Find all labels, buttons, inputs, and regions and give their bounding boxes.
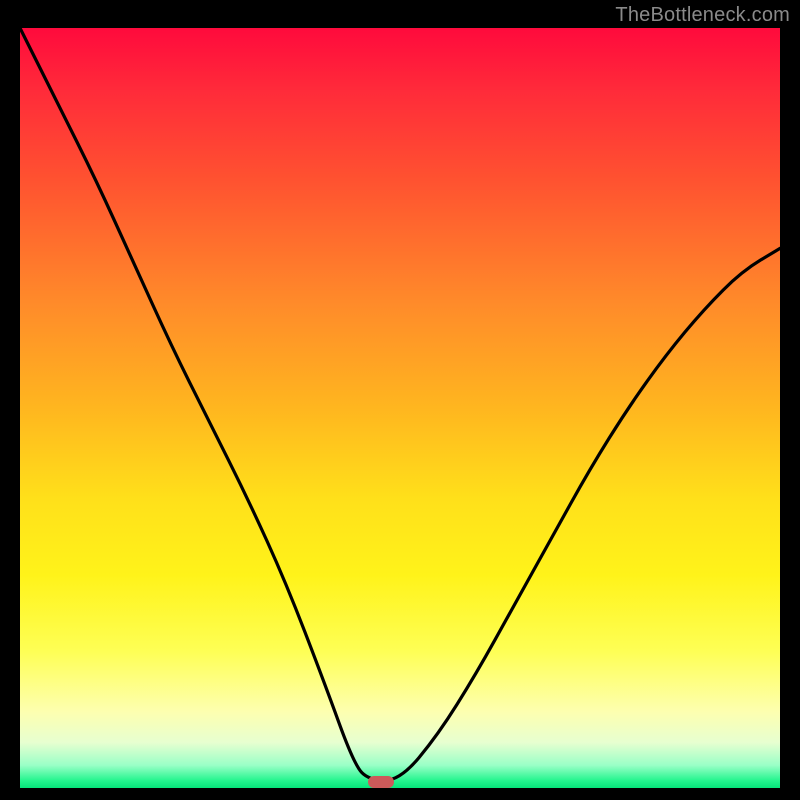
chart-stage: TheBottleneck.com <box>0 0 800 800</box>
min-marker <box>368 776 394 788</box>
bottleneck-curve <box>20 28 780 788</box>
plot-area <box>20 28 780 788</box>
watermark-text: TheBottleneck.com <box>615 4 790 27</box>
curve-path <box>20 28 780 780</box>
